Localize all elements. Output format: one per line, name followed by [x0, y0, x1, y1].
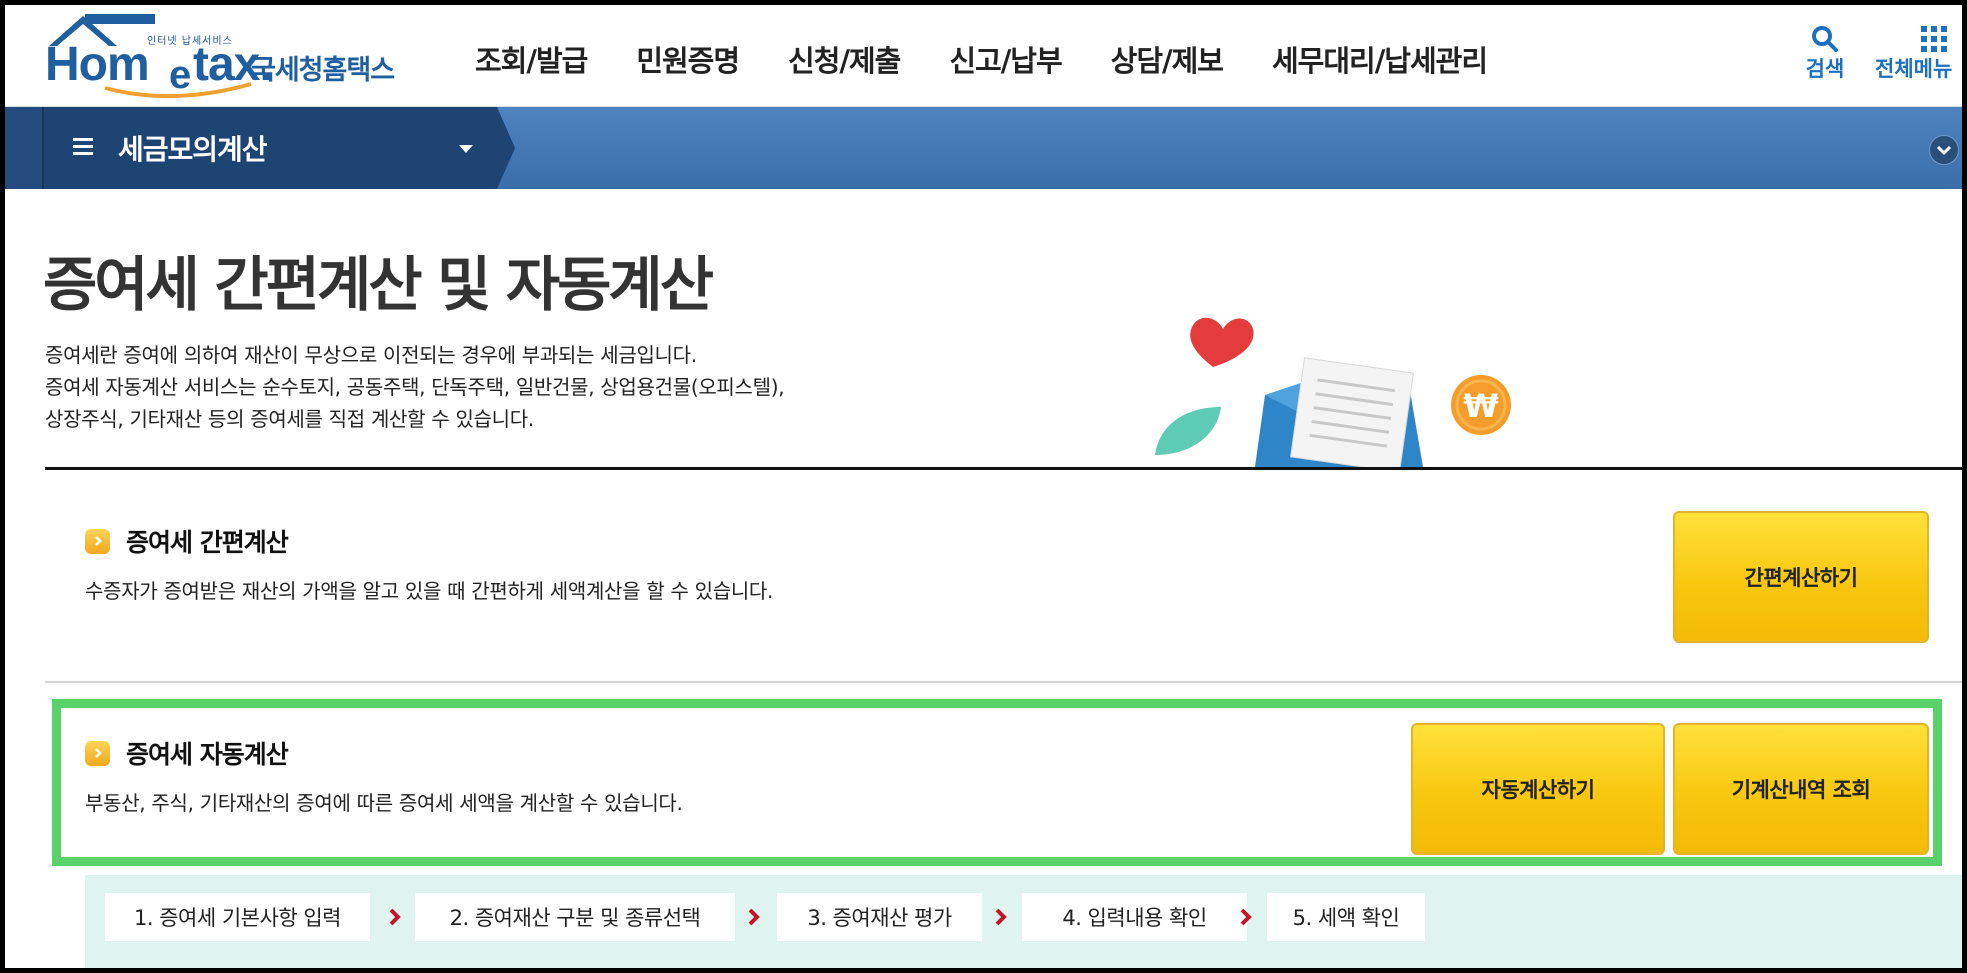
main-nav: 조회/발급 민원증명 신청/제출 신고/납부 상담/제보 세무대리/납세관리	[475, 38, 1536, 80]
simple-calc-heading: 증여세 간편계산	[85, 523, 289, 559]
chevron-right-icon	[85, 740, 110, 766]
page-title: 증여세 간편계산 및 자동계산	[43, 250, 714, 319]
nav-item-certificates[interactable]: 민원증명	[636, 38, 740, 80]
all-menu-button[interactable]: 전체메뉴	[1875, 19, 1962, 83]
top-header: 인터넷 납세서비스 Hom e tax. 국세청홈택스 조회/발급 민원증명 신…	[5, 5, 1962, 108]
search-icon	[1812, 26, 1838, 52]
auto-calc-title: 증여세 자동계산	[126, 740, 289, 769]
sub-nav-title[interactable]: 세금모의계산	[118, 128, 268, 168]
chevron-right-icon	[389, 908, 401, 926]
sub-nav-bar: 세금모의계산	[5, 107, 1962, 189]
simple-calc-button[interactable]: 간편계산하기	[1673, 511, 1929, 643]
section-divider	[45, 681, 1962, 683]
intro-text: 증여세란 증여에 의하여 재산이 무상으로 이전되는 경우에 부과되는 세금입니…	[45, 339, 785, 435]
chevron-right-icon	[1240, 908, 1252, 926]
calc-history-button[interactable]: 기계산내역 조회	[1673, 723, 1929, 855]
step-item: 5. 세액 확인	[1267, 893, 1425, 941]
step-item: 4. 입력내용 확인	[1022, 893, 1247, 941]
hamburger-icon[interactable]	[73, 136, 95, 158]
all-menu-label: 전체메뉴	[1875, 57, 1953, 81]
search-button[interactable]: 검색	[1795, 19, 1855, 83]
page: 인터넷 납세서비스 Hom e tax. 국세청홈택스 조회/발급 민원증명 신…	[5, 5, 1962, 968]
simple-calc-title: 증여세 간편계산	[126, 528, 289, 557]
logo-swoosh-icon	[104, 82, 252, 99]
chevron-right-icon	[995, 908, 1007, 926]
hometax-logo[interactable]: 인터넷 납세서비스 Hom e tax. 국세청홈택스	[43, 10, 413, 102]
intro-line: 증여세란 증여에 의하여 재산이 무상으로 이전되는 경우에 부과되는 세금입니…	[45, 343, 697, 367]
auto-calc-button[interactable]: 자동계산하기	[1411, 723, 1665, 855]
step-item: 3. 증여재산 평가	[777, 893, 982, 941]
nav-item-consultation[interactable]: 상담/제보	[1111, 38, 1224, 80]
chevron-down-icon[interactable]	[458, 144, 474, 154]
chevron-right-icon	[748, 908, 760, 926]
auto-calc-description: 부동산, 주식, 기타재산의 증여에 따른 증여세 세액을 계산할 수 있습니다…	[85, 791, 683, 815]
search-label: 검색	[1805, 57, 1845, 81]
intro-line: 상장주식, 기타재산 등의 증여세를 직접 계산할 수 있습니다.	[45, 407, 534, 431]
nav-item-filing-payment[interactable]: 신고/납부	[949, 38, 1062, 80]
chevron-down-icon	[1936, 145, 1952, 156]
nav-item-tax-agent[interactable]: 세무대리/납세관리	[1272, 38, 1488, 80]
nav-item-application[interactable]: 신청/제출	[788, 38, 901, 80]
section-divider	[45, 467, 1962, 470]
logo-korean-name: 국세청홈택스	[251, 55, 395, 86]
gift-envelope-illustration: ₩	[1155, 317, 1511, 467]
intro-line: 증여세 자동계산 서비스는 순수토지, 공동주택, 단독주택, 일반건물, 상업…	[45, 375, 785, 399]
sub-nav-expand-button[interactable]	[1929, 135, 1959, 165]
step-item: 1. 증여세 기본사항 입력	[105, 893, 370, 941]
nav-item-inquiry[interactable]: 조회/발급	[475, 38, 588, 80]
auto-calc-heading: 증여세 자동계산	[85, 735, 289, 771]
svg-text:₩: ₩	[1463, 387, 1498, 425]
step-item: 2. 증여재산 구분 및 종류선택	[415, 893, 735, 941]
chevron-right-icon	[85, 528, 110, 554]
grid-icon	[1921, 26, 1947, 52]
simple-calc-description: 수증자가 증여받은 재산의 가액을 알고 있을 때 간편하게 세액계산을 할 수…	[85, 579, 774, 603]
